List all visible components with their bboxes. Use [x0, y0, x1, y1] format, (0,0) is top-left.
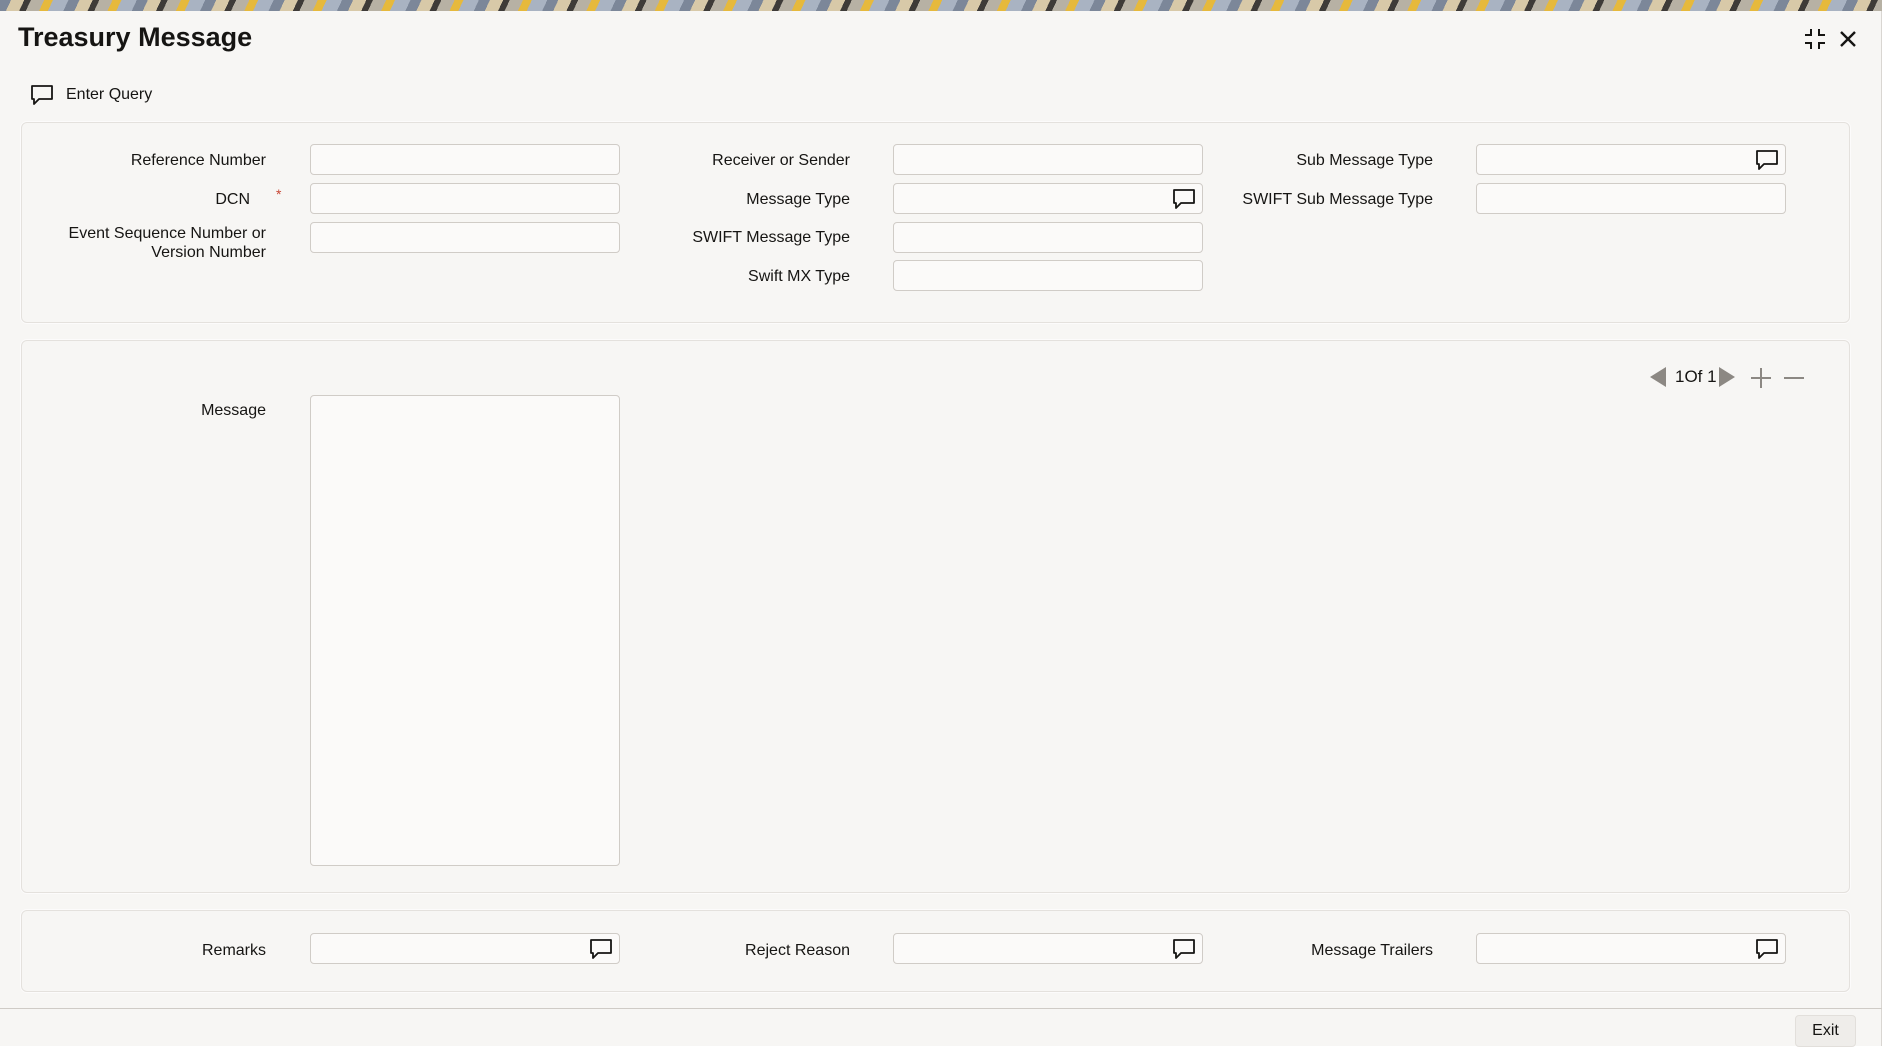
sub-message-type-label: Sub Message Type: [1296, 152, 1433, 169]
reference-number-field[interactable]: [310, 144, 620, 175]
swift-sub-message-type-field[interactable]: [1476, 183, 1786, 214]
lov-icon[interactable]: [1172, 188, 1196, 210]
swift-mx-type-label: Swift MX Type: [748, 268, 850, 285]
close-button[interactable]: [1833, 24, 1863, 54]
minimize-button[interactable]: [1800, 24, 1830, 54]
enter-query-label: Enter Query: [66, 86, 153, 103]
treasury-message-window: Treasury Message Enter Query Reference N…: [0, 0, 1882, 1047]
message-trailers-field[interactable]: [1476, 933, 1786, 964]
next-record-button[interactable]: [1716, 365, 1738, 389]
reject-reason-field[interactable]: [893, 933, 1203, 964]
triangle-right-icon: [1719, 367, 1735, 387]
message-label: Message: [201, 402, 266, 419]
event-sequence-field[interactable]: [310, 222, 620, 253]
chat-bubble-icon: [31, 85, 53, 105]
minus-icon: [1784, 377, 1804, 379]
page-title: Treasury Message: [18, 22, 253, 52]
enter-query-button[interactable]: Enter Query: [30, 84, 152, 106]
lov-icon[interactable]: [1755, 938, 1779, 960]
dcn-field[interactable]: [310, 183, 620, 214]
receiver-or-sender-label: Receiver or Sender: [712, 152, 850, 169]
event-sequence-label-line2: Version Number: [151, 244, 266, 261]
footer-divider: [0, 1008, 1882, 1009]
exit-button[interactable]: Exit: [1795, 1015, 1856, 1047]
delete-record-button[interactable]: [1781, 365, 1807, 391]
lov-icon[interactable]: [1755, 149, 1779, 171]
swift-mx-type-field[interactable]: [893, 260, 1203, 291]
swift-sub-message-type-label: SWIFT Sub Message Type: [1242, 191, 1433, 208]
triangle-left-icon: [1650, 367, 1666, 387]
lov-icon[interactable]: [589, 938, 613, 960]
remarks-label: Remarks: [201, 942, 266, 959]
message-type-label: Message Type: [746, 191, 850, 208]
sub-message-type-field[interactable]: [1476, 144, 1786, 175]
lov-icon[interactable]: [1172, 938, 1196, 960]
message-textarea[interactable]: [310, 395, 620, 866]
message-trailers-label: Message Trailers: [1311, 942, 1433, 959]
remarks-field[interactable]: [310, 933, 620, 964]
event-sequence-label-line1: Event Sequence Number or: [68, 225, 266, 242]
swift-message-type-label: SWIFT Message Type: [692, 229, 850, 246]
swift-message-type-field[interactable]: [893, 222, 1203, 253]
previous-record-button[interactable]: [1647, 365, 1669, 389]
minimize-icon: [1805, 29, 1825, 49]
reject-reason-label: Reject Reason: [745, 942, 850, 959]
message-type-field[interactable]: [893, 183, 1203, 214]
dcn-label: DCN: [215, 191, 250, 208]
add-record-button[interactable]: [1748, 365, 1774, 391]
decorative-banner: [0, 0, 1882, 11]
message-panel: [21, 340, 1850, 893]
pager-text: 1Of 1: [1675, 367, 1717, 386]
reference-number-label: Reference Number: [130, 152, 266, 169]
close-icon: [1840, 31, 1856, 47]
receiver-or-sender-field[interactable]: [893, 144, 1203, 175]
plus-icon: [1751, 368, 1771, 388]
required-indicator: *: [276, 186, 282, 202]
